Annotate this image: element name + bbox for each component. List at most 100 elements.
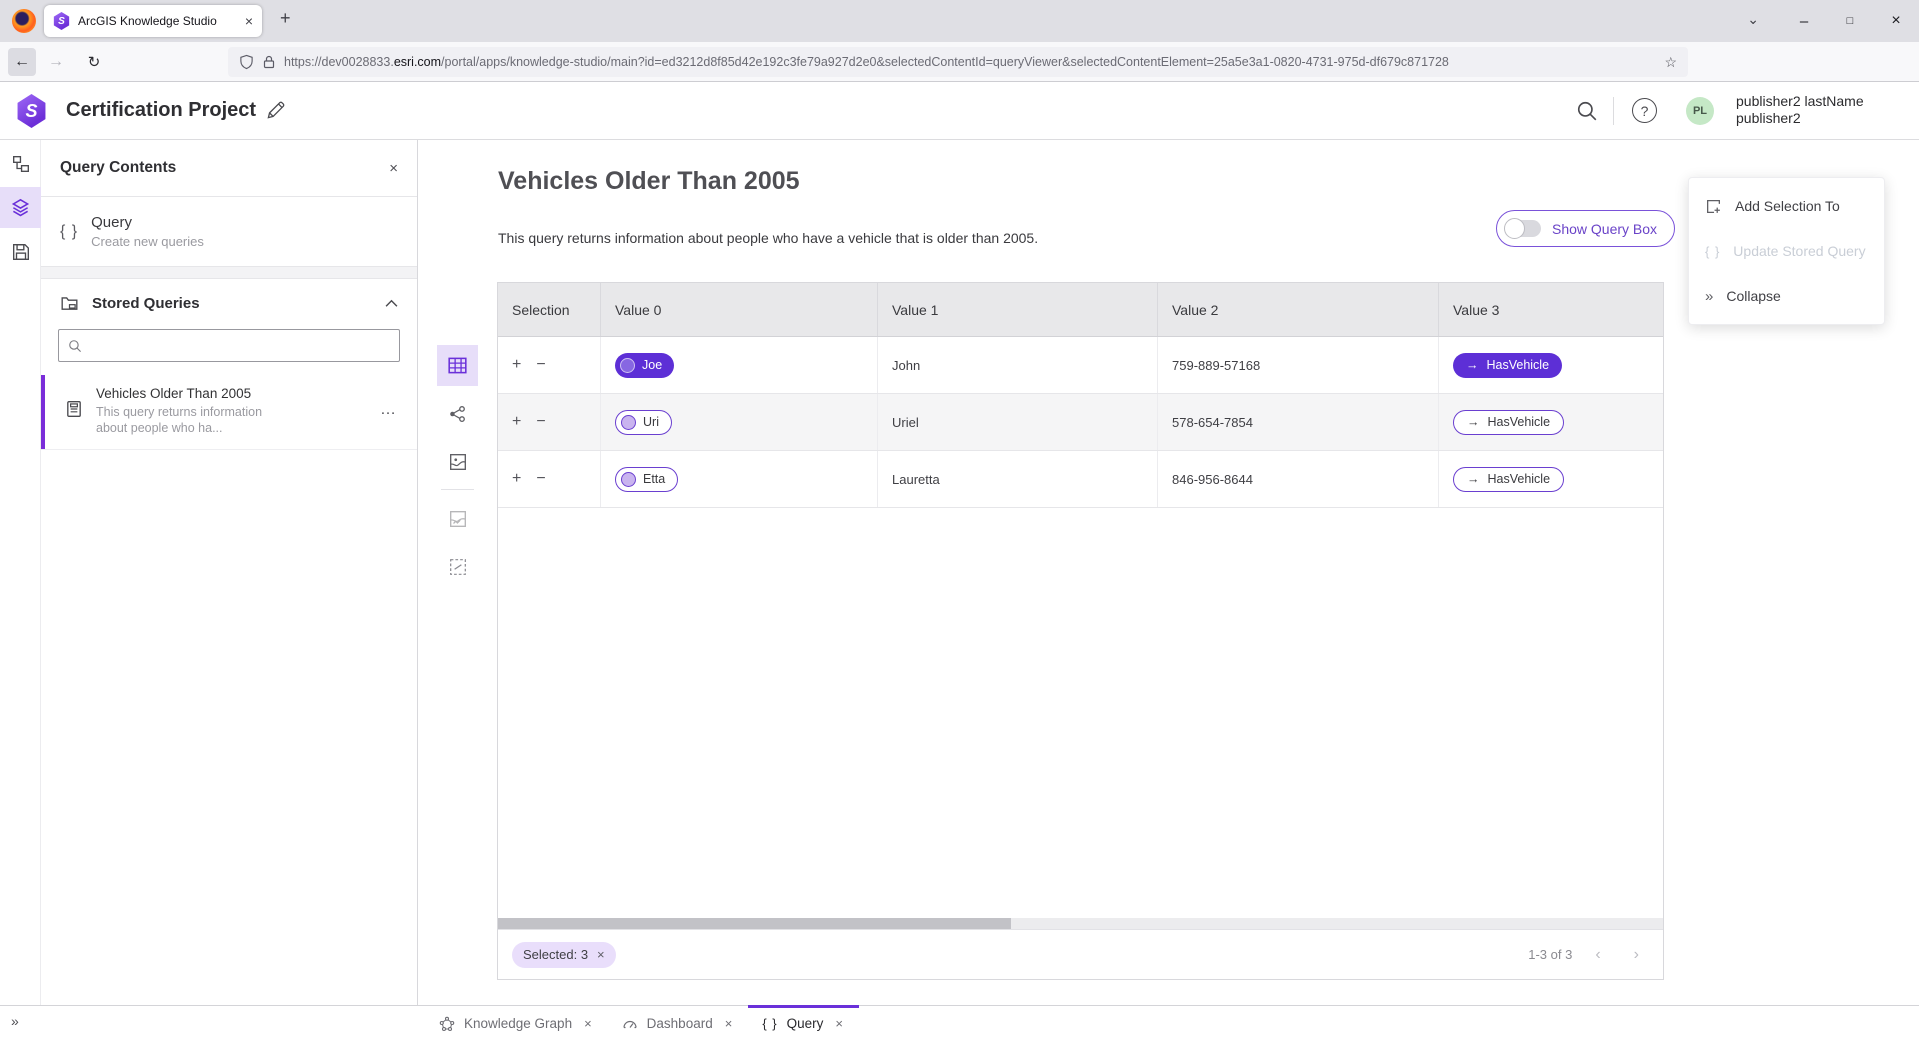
- app-header: S Certification Project ? PL publisher2 …: [0, 82, 1919, 140]
- pagination-label: 1-3 of 3: [1528, 947, 1572, 962]
- expand-rail-icon[interactable]: »: [11, 1014, 19, 1028]
- page-title: Certification Project: [66, 99, 256, 122]
- window-close-button[interactable]: ×: [1873, 0, 1919, 42]
- tab-close-icon[interactable]: ×: [835, 1016, 843, 1031]
- rail-contents-button[interactable]: [0, 187, 41, 228]
- relationship-pill[interactable]: →HasVehicle: [1453, 467, 1564, 492]
- show-query-box-toggle[interactable]: Show Query Box: [1496, 210, 1675, 247]
- scrollbar-thumb[interactable]: [498, 918, 1011, 929]
- browser-tab-strip: S ArcGIS Knowledge Studio × + ⌄ – □ ×: [0, 0, 1919, 42]
- browser-tab-title: ArcGIS Knowledge Studio: [78, 14, 237, 28]
- url-bar[interactable]: https://dev0028833.esri.com/portal/apps/…: [228, 47, 1688, 77]
- braces-icon: { }: [762, 1016, 777, 1031]
- knowledge-graph-icon: [439, 1016, 455, 1032]
- user-menu[interactable]: publisher2 lastName publisher2: [1736, 93, 1864, 127]
- lock-icon[interactable]: [263, 55, 275, 69]
- link-chart-view-button[interactable]: [437, 393, 478, 434]
- edit-title-button[interactable]: [266, 101, 285, 123]
- cell-value: Uriel: [878, 394, 1158, 450]
- selection-actions-menu: Add Selection To { } Update Stored Query…: [1688, 177, 1885, 325]
- entity-pill[interactable]: Joe: [615, 353, 674, 378]
- new-tab-button[interactable]: +: [280, 9, 291, 27]
- rail-save-button[interactable]: [0, 231, 41, 272]
- stored-queries-search-input[interactable]: [90, 338, 390, 353]
- column-header: Value 2: [1158, 283, 1439, 336]
- bottom-tab-bar: » Knowledge Graph × Dashboard × { } Quer…: [0, 1005, 1919, 1038]
- column-header: Value 3: [1439, 283, 1663, 336]
- avatar[interactable]: PL: [1686, 97, 1714, 125]
- clear-selection-icon[interactable]: ×: [597, 947, 605, 962]
- tab-knowledge-graph[interactable]: Knowledge Graph ×: [425, 1005, 608, 1039]
- stored-query-title: Vehicles Older Than 2005: [96, 386, 296, 401]
- tab-close-icon[interactable]: ×: [725, 1016, 733, 1031]
- remove-selection-icon[interactable]: −: [536, 414, 545, 430]
- stored-query-item[interactable]: Vehicles Older Than 2005 This query retu…: [41, 375, 417, 450]
- window-maximize-button[interactable]: □: [1827, 0, 1873, 42]
- query-item-description: Create new queries: [91, 234, 204, 249]
- user-name: publisher2 lastName: [1736, 93, 1864, 110]
- cell-value: 578-654-7854: [1158, 394, 1439, 450]
- tracking-shield-icon[interactable]: [239, 54, 254, 70]
- selected-count-chip[interactable]: Selected: 3 ×: [512, 942, 616, 968]
- entity-pill[interactable]: Uri: [615, 410, 672, 435]
- query-create-item[interactable]: { } Query Create new queries: [41, 197, 417, 267]
- tab-query[interactable]: { } Query ×: [748, 1005, 859, 1039]
- tab-close-icon[interactable]: ×: [584, 1016, 592, 1031]
- expand-selection-icon[interactable]: +: [512, 414, 521, 430]
- firefox-icon[interactable]: [12, 9, 36, 33]
- new-map-view-button[interactable]: [437, 498, 478, 539]
- remove-selection-icon[interactable]: −: [536, 357, 545, 373]
- entity-dot-icon: [621, 472, 636, 487]
- map-view-button[interactable]: [437, 441, 478, 482]
- toggle-knob: [1504, 218, 1525, 239]
- table-empty-area: [498, 508, 1663, 918]
- help-icon[interactable]: ?: [1632, 98, 1657, 123]
- chevron-up-icon[interactable]: [385, 299, 398, 308]
- selection-area-icon: [449, 558, 467, 576]
- app-logo: S: [16, 94, 47, 128]
- tab-dashboard[interactable]: Dashboard ×: [608, 1005, 749, 1039]
- forward-button[interactable]: →: [42, 48, 70, 76]
- browser-tab[interactable]: S ArcGIS Knowledge Studio ×: [44, 5, 262, 37]
- search-input-icon: [68, 339, 82, 353]
- stored-query-icon: [65, 400, 83, 418]
- selection-tools-button[interactable]: [437, 546, 478, 587]
- table-footer: Selected: 3 × 1-3 of 3 ‹ ›: [498, 929, 1663, 979]
- next-page-icon[interactable]: ›: [1624, 946, 1649, 964]
- reload-button[interactable]: ↻: [80, 48, 108, 76]
- relationship-pill[interactable]: →HasVehicle: [1453, 353, 1562, 378]
- stored-queries-search[interactable]: [58, 329, 400, 362]
- panel-close-icon[interactable]: ×: [389, 160, 398, 177]
- rail-data-model-button[interactable]: [0, 143, 41, 184]
- bookmark-star-icon[interactable]: ☆: [1664, 54, 1677, 71]
- prev-page-icon[interactable]: ‹: [1585, 946, 1610, 964]
- horizontal-scrollbar[interactable]: [498, 918, 1663, 929]
- braces-icon: { }: [60, 223, 78, 241]
- column-header: Selection: [498, 283, 601, 336]
- entity-dot-icon: [620, 358, 635, 373]
- list-tabs-chevron-icon[interactable]: ⌄: [1747, 11, 1759, 28]
- back-button[interactable]: ←: [8, 48, 36, 76]
- tab-close-icon[interactable]: ×: [245, 14, 253, 28]
- collapse-menu-item[interactable]: » Collapse: [1689, 277, 1884, 315]
- entity-dot-icon: [621, 415, 636, 430]
- relationship-pill[interactable]: →HasVehicle: [1453, 410, 1564, 435]
- add-selection-to-item[interactable]: Add Selection To: [1689, 187, 1884, 225]
- column-header: Value 0: [601, 283, 878, 336]
- table-view-button[interactable]: [437, 345, 478, 386]
- stored-queries-header[interactable]: Stored Queries: [41, 279, 417, 327]
- stored-query-description: This query returns information about peo…: [96, 404, 296, 436]
- data-model-icon: [12, 155, 30, 173]
- remove-selection-icon[interactable]: −: [536, 471, 545, 487]
- update-stored-query-item[interactable]: { } Update Stored Query: [1689, 232, 1884, 270]
- window-minimize-button[interactable]: –: [1781, 0, 1827, 42]
- entity-pill[interactable]: Etta: [615, 467, 678, 492]
- expand-selection-icon[interactable]: +: [512, 357, 521, 373]
- search-icon[interactable]: [1576, 100, 1598, 125]
- item-options-icon[interactable]: …: [380, 401, 397, 419]
- column-header: Value 1: [878, 283, 1158, 336]
- relation-arrow-icon: →: [1466, 358, 1479, 372]
- new-map-icon: [449, 510, 467, 528]
- expand-selection-icon[interactable]: +: [512, 471, 521, 487]
- toggle-switch[interactable]: [1505, 220, 1541, 237]
